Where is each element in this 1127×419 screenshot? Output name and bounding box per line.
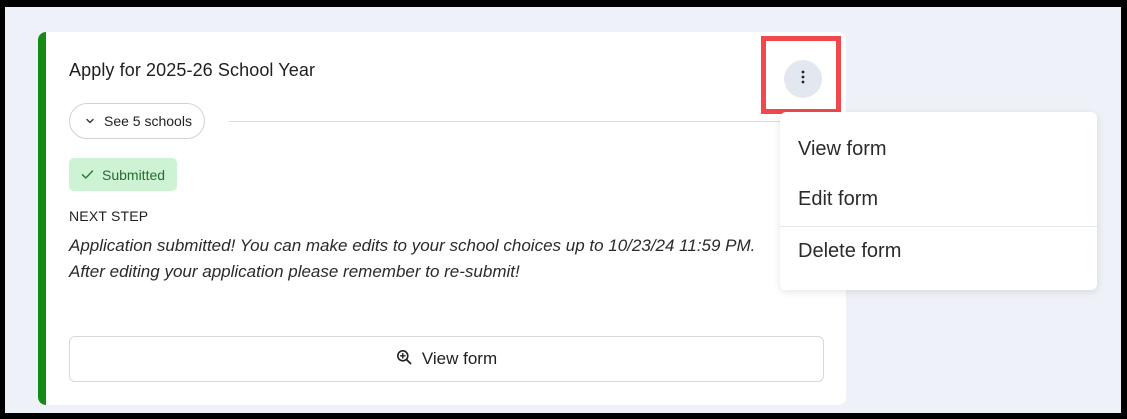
see-schools-button[interactable]: See 5 schools — [69, 103, 205, 139]
schools-row: See 5 schools — [69, 103, 824, 141]
view-form-label: View form — [421, 349, 498, 368]
more-options-button[interactable] — [784, 60, 822, 98]
page-background: Apply for 2025-26 School Year See 5 scho… — [5, 7, 1121, 413]
card-accent-bar — [38, 32, 46, 405]
more-vertical-icon — [801, 70, 805, 89]
next-step-text: Application submitted! You can make edit… — [69, 236, 756, 281]
status-label: Submitted — [102, 166, 166, 183]
schools-divider — [229, 121, 824, 122]
application-card: Apply for 2025-26 School Year See 5 scho… — [38, 32, 846, 405]
options-menu: View form Edit form Delete form — [780, 112, 1097, 290]
check-icon — [81, 167, 94, 183]
menu-divider — [780, 226, 1097, 227]
menu-item-view-form[interactable]: View form — [798, 138, 887, 161]
view-form-button[interactable]: View form — [69, 336, 824, 382]
menu-item-delete-form[interactable]: Delete form — [798, 240, 901, 263]
menu-item-edit-form[interactable]: Edit form — [798, 188, 878, 211]
zoom-in-icon — [396, 349, 412, 370]
chevron-down-icon — [84, 115, 96, 127]
next-step-label: NEXT STEP — [69, 208, 149, 224]
see-schools-label: See 5 schools — [104, 113, 192, 129]
card-title: Apply for 2025-26 School Year — [69, 60, 316, 80]
status-badge: Submitted — [69, 158, 178, 191]
